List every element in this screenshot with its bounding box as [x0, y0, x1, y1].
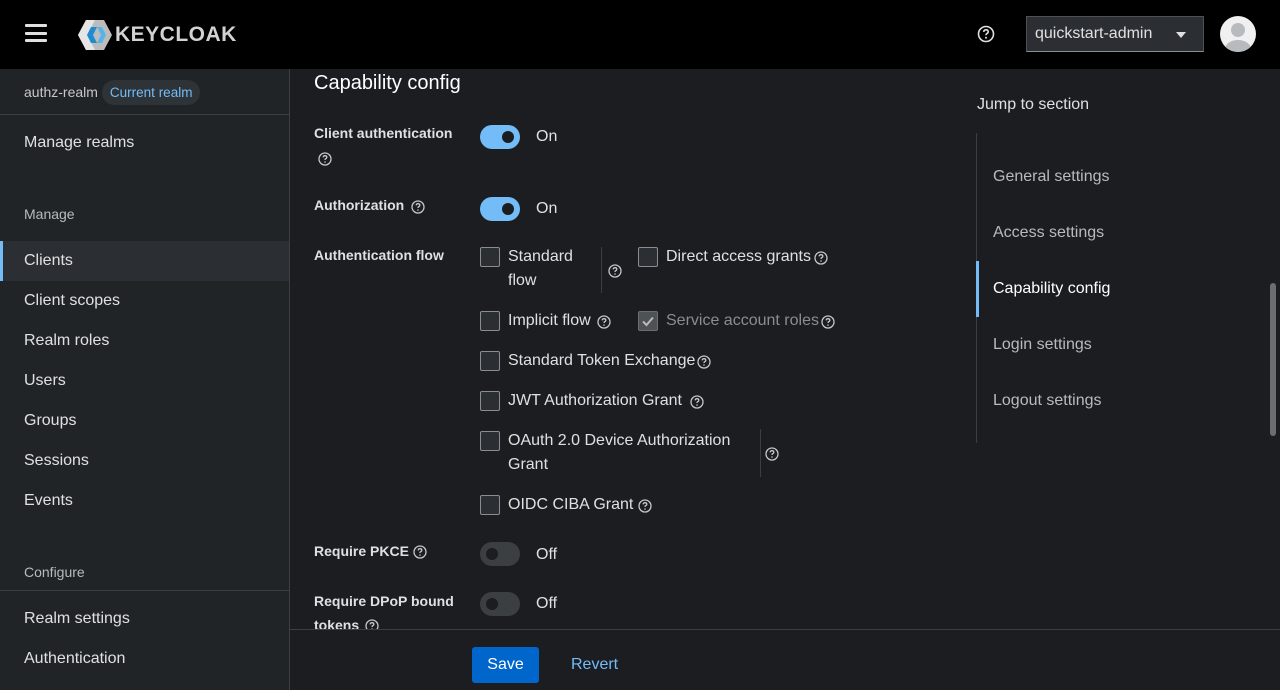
help-icon[interactable] — [597, 315, 611, 334]
auth-flow-label: Authentication flow — [314, 247, 444, 263]
dpop-label-1: Require DPoP bound — [314, 593, 454, 609]
nav-events[interactable]: Events — [0, 481, 289, 521]
authorization-label-text: Authorization — [314, 197, 405, 213]
nav-realm-settings[interactable]: Realm settings — [0, 599, 289, 639]
service-account-checkbox — [638, 311, 658, 331]
nav-sessions[interactable]: Sessions — [0, 441, 289, 481]
jwt-grant-checkbox[interactable] — [480, 391, 500, 411]
help-icon[interactable] — [690, 395, 704, 414]
help-icon[interactable] — [814, 251, 828, 270]
jump-to-section-title: Jump to section — [977, 96, 1090, 113]
pkce-label: Require PKCE — [314, 543, 409, 559]
help-icon[interactable] — [821, 315, 835, 334]
user-dropdown-label: quickstart-admin — [1035, 25, 1153, 42]
help-icon[interactable] — [413, 545, 427, 564]
dpop-state: Off — [536, 595, 558, 612]
divider — [760, 429, 761, 477]
help-icon[interactable] — [318, 152, 332, 171]
nav-group-configure: Configure — [24, 564, 85, 580]
device-grant-checkbox[interactable] — [480, 431, 500, 451]
token-exchange-checkbox[interactable] — [480, 351, 500, 371]
direct-access-checkbox[interactable] — [638, 247, 658, 267]
help-icon[interactable] — [977, 25, 995, 48]
jump-logout-settings[interactable]: Logout settings — [993, 392, 1102, 410]
caret-down-icon — [1176, 32, 1186, 38]
ciba-checkbox[interactable] — [480, 495, 500, 515]
avatar[interactable] — [1220, 16, 1256, 52]
device-grant-label-2: Grant — [508, 456, 549, 473]
client-auth-label: Client authentication — [314, 125, 453, 141]
save-button[interactable]: Save — [472, 647, 539, 683]
standard-flow-checkbox[interactable] — [480, 247, 500, 267]
section-title: Capability config — [314, 72, 461, 94]
authorization-state: On — [536, 200, 558, 217]
jump-general-settings[interactable]: General settings — [993, 168, 1110, 186]
help-icon[interactable] — [765, 447, 779, 466]
standard-flow-label-1: Standard — [508, 248, 573, 265]
service-account-label: Service account roles — [666, 312, 819, 329]
implicit-flow-label: Implicit flow — [508, 312, 591, 329]
jwt-grant-label: JWT Authorization Grant — [508, 392, 682, 409]
implicit-flow-checkbox[interactable] — [480, 311, 500, 331]
pkce-toggle[interactable] — [480, 542, 520, 566]
divider — [0, 114, 289, 115]
pkce-state: Off — [536, 546, 558, 563]
direct-access-label: Direct access grants — [666, 248, 811, 265]
client-auth-state: On — [536, 128, 558, 145]
client-auth-toggle[interactable] — [480, 125, 520, 149]
token-exchange-label: Standard Token Exchange — [508, 352, 696, 369]
dpop-label-2: tokens — [314, 617, 360, 629]
main-content: Capability config Client authentication … — [290, 69, 1280, 629]
nav-groups[interactable]: Groups — [0, 401, 289, 441]
authorization-label: Authorization — [314, 193, 404, 217]
user-dropdown[interactable]: quickstart-admin — [1026, 16, 1204, 52]
divider — [601, 247, 602, 293]
keycloak-logo[interactable]: KEYCLOAK — [77, 19, 237, 51]
revert-button[interactable]: Revert — [571, 656, 618, 674]
logo-text: KEYCLOAK — [115, 23, 237, 46]
realm-selector[interactable]: authz-realm Current realm — [24, 78, 201, 106]
keycloak-logo-icon — [78, 20, 112, 50]
scrollbar[interactable] — [1270, 283, 1276, 436]
jump-capability-config[interactable]: Capability config — [993, 280, 1110, 298]
help-icon[interactable] — [697, 355, 711, 374]
ciba-label: OIDC CIBA Grant — [508, 496, 634, 513]
nav-manage-realms[interactable]: Manage realms — [0, 123, 289, 163]
nav-clients[interactable]: Clients — [0, 241, 289, 281]
divider — [0, 590, 289, 591]
jump-login-settings[interactable]: Login settings — [993, 336, 1092, 354]
nav-users[interactable]: Users — [0, 361, 289, 401]
help-icon[interactable] — [365, 619, 379, 629]
sidebar: authz-realm Current realm Manage realms … — [0, 69, 290, 690]
standard-flow-label-2: flow — [508, 272, 537, 289]
action-footer: Save Revert — [290, 629, 1280, 690]
nav-authentication[interactable]: Authentication — [0, 639, 289, 679]
device-grant-label-1: OAuth 2.0 Device Authorization — [508, 432, 731, 449]
nav-realm-roles[interactable]: Realm roles — [0, 321, 289, 361]
help-icon[interactable] — [608, 264, 622, 283]
dpop-toggle[interactable] — [480, 592, 520, 616]
help-icon[interactable] — [411, 200, 425, 219]
masthead: KEYCLOAK quickstart-admin — [0, 0, 1280, 69]
jump-active-indicator — [976, 261, 979, 317]
current-realm-badge: Current realm — [101, 79, 201, 105]
hamburger-menu-icon[interactable] — [25, 24, 47, 42]
nav-group-manage: Manage — [24, 206, 75, 222]
realm-name: authz-realm — [24, 84, 98, 100]
help-icon[interactable] — [638, 499, 652, 518]
nav-client-scopes[interactable]: Client scopes — [0, 281, 289, 321]
jump-access-settings[interactable]: Access settings — [993, 224, 1104, 242]
authorization-toggle[interactable] — [480, 197, 520, 221]
